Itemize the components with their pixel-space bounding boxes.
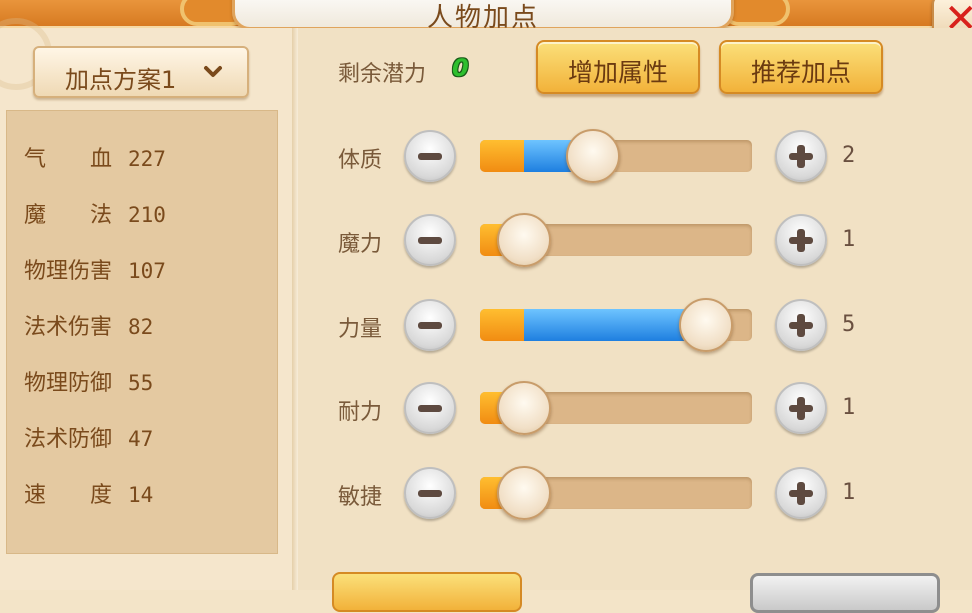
stat-value: 47 <box>128 427 154 451</box>
slider-knob[interactable] <box>497 381 551 435</box>
stat-value: 82 <box>128 315 154 339</box>
attribute-label: 耐力 <box>338 400 383 425</box>
potential-label: 剩余潜力 <box>338 62 427 87</box>
attribute-value: 1 <box>842 227 856 252</box>
minus-icon <box>418 237 442 244</box>
increase-button[interactable] <box>775 382 827 434</box>
increase-button[interactable] <box>775 467 827 519</box>
decrease-button[interactable] <box>404 214 456 266</box>
stat-row: 魔 法 210 <box>24 197 166 228</box>
decrease-button[interactable] <box>404 382 456 434</box>
plus-icon <box>797 397 805 420</box>
attribute-value: 2 <box>842 143 856 168</box>
recommend-points-button-label: 推荐加点 <box>750 58 851 87</box>
attribute-label: 力量 <box>338 317 383 342</box>
decrease-button[interactable] <box>404 130 456 182</box>
stat-row: 法术伤害 82 <box>24 309 154 340</box>
stat-value: 14 <box>128 483 154 507</box>
stat-row: 速 度 14 <box>24 477 154 508</box>
stat-name: 速 度 <box>24 483 113 508</box>
plus-icon <box>797 229 805 252</box>
attribute-value: 1 <box>842 395 856 420</box>
plus-icon <box>797 145 805 168</box>
minus-icon <box>418 490 442 497</box>
stat-name: 气 血 <box>24 147 113 172</box>
attribute-label: 体质 <box>338 148 383 173</box>
slider-knob[interactable] <box>566 129 620 183</box>
slider-base-fill <box>480 309 524 341</box>
slider-knob[interactable] <box>679 298 733 352</box>
chevron-down-icon <box>204 66 222 77</box>
decrease-button[interactable] <box>404 467 456 519</box>
slider-knob[interactable] <box>497 213 551 267</box>
plus-icon <box>797 482 805 505</box>
stat-row: 物理防御 55 <box>24 365 154 396</box>
recommend-points-button[interactable]: 推荐加点 <box>719 40 883 94</box>
slider-knob[interactable] <box>497 466 551 520</box>
stat-value: 210 <box>128 203 166 227</box>
stat-row: 法术防御 47 <box>24 421 154 452</box>
stat-name: 魔 法 <box>24 203 113 228</box>
minus-icon <box>418 153 442 160</box>
stat-value: 227 <box>128 147 166 171</box>
bottom-left-button[interactable] <box>332 572 522 612</box>
potential-value: 0 <box>452 54 469 82</box>
add-attribute-button-label: 增加属性 <box>567 58 668 87</box>
plan-dropdown-label: 加点方案1 <box>65 66 177 94</box>
plus-icon <box>797 314 805 337</box>
stat-value: 107 <box>128 259 166 283</box>
attribute-label: 魔力 <box>338 232 383 257</box>
bottom-right-button[interactable] <box>750 573 940 613</box>
title-plate: 人物加点 <box>232 0 734 33</box>
plan-dropdown[interactable]: 加点方案1 <box>33 46 249 98</box>
add-attribute-button[interactable]: 增加属性 <box>536 40 700 94</box>
stat-name: 法术防御 <box>24 427 113 452</box>
stat-row: 物理伤害 107 <box>24 253 166 284</box>
minus-icon <box>418 405 442 412</box>
stat-name: 物理防御 <box>24 371 113 396</box>
slider-base-fill <box>480 140 524 172</box>
attribute-value: 1 <box>842 480 856 505</box>
attribute-value: 5 <box>842 312 856 337</box>
stat-name: 法术伤害 <box>24 315 113 340</box>
stat-name: 物理伤害 <box>24 259 113 284</box>
stat-value: 55 <box>128 371 154 395</box>
minus-icon <box>418 322 442 329</box>
attribute-label: 敏捷 <box>338 485 383 510</box>
stat-row: 气 血 227 <box>24 141 166 172</box>
increase-button[interactable] <box>775 130 827 182</box>
decrease-button[interactable] <box>404 299 456 351</box>
increase-button[interactable] <box>775 214 827 266</box>
increase-button[interactable] <box>775 299 827 351</box>
